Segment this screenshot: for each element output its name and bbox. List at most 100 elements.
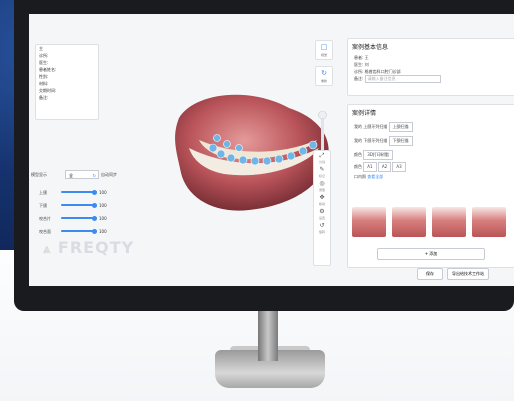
tool-rotate[interactable]: ↺ 旋转 (314, 221, 330, 235)
shade-label: 颜色 (354, 164, 362, 169)
tool-label: 测量 (318, 188, 325, 192)
vertical-slider-knob[interactable] (318, 110, 327, 120)
slider-label: 下颌 (39, 203, 47, 208)
slider-knob[interactable] (92, 215, 97, 221)
row-value: 王 (364, 55, 369, 60)
photos-row: 口内照 查看全部 (348, 172, 514, 182)
app-screen: 主 诊所: 医生: 患者姓名: 性别: 材料: 交期时间: 备注: 模型显示 全… (29, 14, 514, 286)
occlusal-slider[interactable] (61, 228, 97, 234)
row-label: 医生 (354, 62, 362, 67)
info-row: 主 (39, 46, 43, 51)
shade-a1[interactable]: A1 (363, 162, 377, 172)
slider-value: 100 (99, 216, 107, 221)
slider-knob[interactable] (92, 202, 97, 208)
photo-thumbnails (352, 207, 512, 239)
tool-label: 旋转 (318, 230, 325, 234)
photo-thumbnail[interactable] (472, 207, 506, 237)
lower-scan-row: 我的 下颌牙列扫描 下颌扫描 (348, 134, 514, 148)
info-row: 患者姓名: (39, 67, 57, 72)
reset-button[interactable]: ↻ 重新 (315, 66, 333, 86)
lower-slider[interactable] (61, 202, 97, 208)
gear-icon: ⚙ (319, 208, 325, 215)
export-button[interactable]: 导出给技术工作站 (447, 268, 489, 280)
tool-split[interactable]: ⤢ 分割 (314, 151, 330, 165)
upper-scan-label: 我的 上颌牙列扫描 (354, 124, 388, 129)
save-button[interactable]: 保存 (417, 268, 443, 280)
view-button-label: 视觉 (320, 53, 327, 57)
photo-thumbnail[interactable] (432, 207, 466, 237)
slider-label: 咬合面 (39, 229, 51, 234)
remark-label: 备注 (354, 76, 362, 81)
info-row: 医生: (39, 60, 49, 65)
row-value: 格睿齿科口腔门诊部 (364, 69, 401, 74)
row-label: 患者 (354, 55, 362, 60)
shade-row: 颜色 A1 A2 A3 (348, 162, 514, 172)
case-panel: 案例基本信息 患者: 王 医生: 刘 诊所: 格睿齿科口腔门诊部 备注: 请输入… (347, 38, 514, 286)
upper-scan-row: 我的 上颌牙列扫描 上颌扫描 (348, 120, 514, 134)
info-row: 材料: (39, 81, 49, 86)
shade-a3[interactable]: A3 (392, 162, 406, 172)
info-row: 诊所: (39, 53, 49, 58)
logo-icon: ⩓ (43, 242, 52, 257)
slider-label: 咬合片 (39, 216, 51, 221)
basic-info-row: 患者: 王 (354, 55, 369, 60)
slider-value: 100 (99, 203, 107, 208)
tool-label: 移动 (318, 202, 325, 206)
tool-mark[interactable]: ✎ 标记 (314, 165, 330, 179)
pencil-icon: ✎ (319, 166, 325, 173)
view-button[interactable]: □ 视觉 (315, 40, 333, 60)
split-icon: ⤢ (319, 152, 325, 159)
brand-logo: ⩓ FREQTY (43, 238, 134, 257)
refresh-icon: ↻ (92, 173, 96, 178)
slider-value: 100 (99, 190, 107, 195)
tool-strip: ⤢ 分割 ✎ 标记 ◎ 测量 ✥ 移动 ⚙ 设置 ↺ 旋转 (313, 150, 331, 266)
sync-label[interactable]: 自动同步 (101, 172, 117, 178)
patient-info-card: 主 诊所: 医生: 患者姓名: 性别: 材料: 交期时间: 备注: (35, 44, 99, 120)
material-label: 颜色 (354, 152, 362, 157)
upper-scan-select[interactable]: 上颌扫描 (388, 122, 413, 132)
monitor-stand (258, 311, 278, 361)
tool-label: 设置 (318, 216, 325, 220)
tool-measure[interactable]: ◎ 测量 (314, 179, 330, 193)
tool-move[interactable]: ✥ 移动 (314, 193, 330, 207)
bite-slider[interactable] (61, 215, 97, 221)
photo-thumbnail[interactable] (392, 207, 426, 237)
brand-name: FREQTY (57, 238, 135, 257)
reset-button-label: 重新 (320, 79, 327, 83)
upper-slider[interactable] (61, 189, 97, 195)
material-select[interactable]: 3D打印树脂 (363, 150, 393, 160)
view-controls: 模型显示 全 ↻ 自动同步 上颌 100 下颌 100 咬合片 100 咬合面 1… (31, 170, 127, 242)
lower-scan-select[interactable]: 下颌扫描 (388, 136, 413, 146)
info-row: 备注: (39, 95, 49, 100)
reset-icon: ↻ (321, 69, 327, 77)
remark-input[interactable]: 请输入备注信息 (364, 75, 441, 83)
photos-link[interactable]: 查看全部 (367, 174, 383, 179)
basic-info-row: 医生: 刘 (354, 62, 369, 67)
rotate-icon: ↺ (319, 222, 325, 229)
row-label: 诊所 (354, 69, 362, 74)
photo-thumbnail[interactable] (352, 207, 386, 237)
material-row: 颜色 3D打印树脂 (348, 148, 514, 162)
case-detail-title: 案例详情 (352, 110, 377, 117)
case-detail-card: 案例详情 我的 上颌牙列扫描 上颌扫描 我的 下颌牙列扫描 下颌扫描 颜色 3D… (347, 104, 514, 268)
info-row: 性别: (39, 74, 49, 79)
slider-label: 上颌 (39, 190, 47, 195)
tool-label: 分割 (318, 160, 325, 164)
info-row: 交期时间: (39, 88, 57, 93)
tool-label: 标记 (318, 174, 325, 178)
add-button[interactable]: + 添加 (377, 248, 485, 260)
slider-knob[interactable] (92, 228, 97, 234)
mode-select[interactable]: 全 ↻ (65, 170, 99, 179)
slider-knob[interactable] (92, 189, 97, 195)
slider-value: 100 (99, 229, 107, 234)
square-icon: □ (320, 43, 328, 51)
photos-label: 口内照 (354, 174, 366, 179)
tool-settings[interactable]: ⚙ 设置 (314, 207, 330, 221)
row-value: 刘 (364, 62, 369, 67)
shade-a2[interactable]: A2 (377, 162, 392, 172)
basic-info-card: 案例基本信息 患者: 王 医生: 刘 诊所: 格睿齿科口腔门诊部 备注: 请输入… (347, 38, 514, 96)
mode-label: 模型显示 (31, 172, 47, 177)
viewer-icons: □ 视觉 ↻ 重新 (315, 40, 333, 92)
lower-scan-label: 我的 下颌牙列扫描 (354, 138, 388, 143)
remark-row: 备注: 请输入备注信息 (348, 75, 514, 83)
